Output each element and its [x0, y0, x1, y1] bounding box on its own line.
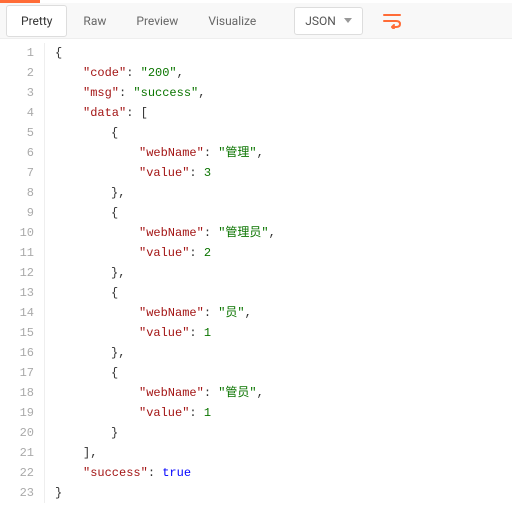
wrap-lines-button[interactable]: [377, 9, 407, 33]
chevron-down-icon: [344, 18, 352, 23]
code-content: {"code": "200","msg": "success","data": …: [55, 43, 276, 503]
gutter-divider: [44, 43, 45, 503]
wrap-lines-icon: [383, 13, 401, 29]
tab-preview[interactable]: Preview: [122, 6, 192, 36]
line-number-gutter: 1 2 3 4 5 6 7 8 9 10 11 12 13 14 15 16 1…: [0, 43, 44, 503]
tab-pretty[interactable]: Pretty: [6, 5, 67, 37]
response-toolbar: Pretty Raw Preview Visualize JSON: [0, 3, 512, 39]
tab-visualize[interactable]: Visualize: [194, 6, 270, 36]
tab-raw[interactable]: Raw: [69, 6, 120, 36]
format-dropdown-label: JSON: [305, 14, 336, 28]
format-dropdown[interactable]: JSON: [294, 7, 363, 35]
code-viewer[interactable]: 1 2 3 4 5 6 7 8 9 10 11 12 13 14 15 16 1…: [0, 39, 512, 503]
